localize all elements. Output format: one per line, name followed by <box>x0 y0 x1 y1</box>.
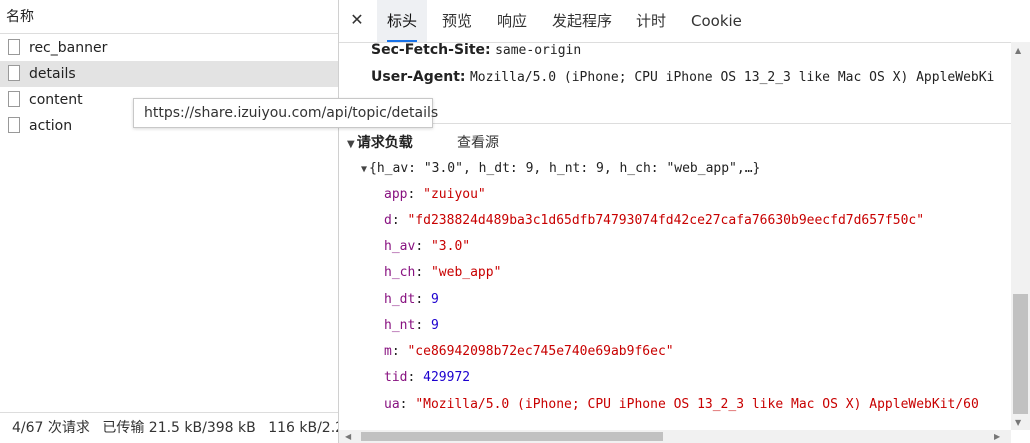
tab-preview[interactable]: 预览 <box>442 0 472 42</box>
payload-prop-app: app: "zuiyou" <box>384 187 486 202</box>
name-column-header[interactable]: 名称 <box>0 0 338 34</box>
prop-value: "zuiyou" <box>423 187 486 202</box>
tab-headers[interactable]: 标头 <box>376 0 428 42</box>
payload-prop-h-ch: h_ch: "web_app" <box>384 265 502 280</box>
prop-key: h_ch <box>384 265 416 280</box>
prop-value: 9 <box>430 292 439 307</box>
tab-initiator[interactable]: 发起程序 <box>552 0 612 42</box>
horizontal-scroll-thumb[interactable] <box>361 432 663 441</box>
payload-summary[interactable]: ▼ {h_av: "3.0", h_dt: 9, h_nt: 9, h_ch: "… <box>361 156 760 182</box>
horizontal-scrollbar[interactable]: ◀ ▶ <box>339 430 1011 443</box>
file-icon <box>8 65 20 81</box>
prop-value: "web_app" <box>430 265 502 280</box>
detail-tabs: ✕ 标头 预览 响应 发起程序 计时 Cookie <box>339 0 1030 43</box>
file-icon <box>8 91 20 107</box>
scroll-left-arrow-icon[interactable]: ◀ <box>345 430 351 443</box>
tab-response[interactable]: 响应 <box>497 0 527 42</box>
payload-prop-ua: ua: "Mozilla/5.0 (iPhone; CPU iPhone OS … <box>384 397 979 412</box>
request-item-rec-banner[interactable]: rec_banner <box>0 35 338 61</box>
header-value: same-origin <box>495 43 582 58</box>
url-tooltip: https://share.izuiyou.com/api/topic/deta… <box>133 98 438 128</box>
tab-timing[interactable]: 计时 <box>636 0 666 42</box>
prop-key: app <box>384 187 408 202</box>
tab-cookie[interactable]: Cookie <box>691 0 742 42</box>
scroll-up-arrow-icon[interactable]: ▲ <box>1015 46 1021 55</box>
prop-value: "ce86942098b72ec745e740e69ab9f6ec" <box>407 344 674 359</box>
payload-title: 请求负载 <box>356 135 413 151</box>
request-item-label: action <box>29 118 73 134</box>
prop-value: "3.0" <box>430 239 471 254</box>
collapse-triangle-icon[interactable]: ▼ <box>347 132 355 158</box>
prop-key: h_av <box>384 239 416 254</box>
payload-summary-text: {h_av: "3.0", h_dt: 9, h_nt: 9, h_ch: "w… <box>369 161 761 176</box>
prop-key: d <box>384 213 392 228</box>
close-icon[interactable]: ✕ <box>349 10 365 30</box>
request-item-details[interactable]: details <box>0 61 338 87</box>
transferred-size: 已传输 21.5 kB/398 kB <box>102 420 256 436</box>
payload-prop-h-nt: h_nt: 9 <box>384 318 439 333</box>
prop-key: m <box>384 344 392 359</box>
request-detail-panel: ✕ 标头 预览 响应 发起程序 计时 Cookie Sec-Fetch-Site… <box>339 0 1030 443</box>
header-row-user-agent: User-Agent: Mozilla/5.0 (iPhone; CPU iPh… <box>371 64 994 90</box>
request-count: 4/67 次请求 <box>12 420 90 436</box>
prop-key: tid <box>384 370 408 385</box>
payload-prop-m: m: "ce86942098b72ec745e740e69ab9f6ec" <box>384 344 674 359</box>
scroll-down-arrow-icon[interactable]: ▼ <box>1015 418 1021 427</box>
headers-content: Sec-Fetch-Site: same-origin User-Agent: … <box>339 42 1011 430</box>
request-list-panel: 名称 rec_banner details content action 4/6… <box>0 0 339 443</box>
status-bar: 4/67 次请求 已传输 21.5 kB/398 kB 116 kB/2.2 M <box>0 412 338 443</box>
view-source-link[interactable]: 查看源 <box>457 130 499 156</box>
header-key: User-Agent: <box>371 69 466 85</box>
payload-prop-h-dt: h_dt: 9 <box>384 292 439 307</box>
prop-value: 429972 <box>423 370 471 385</box>
prop-value: 9 <box>430 318 439 333</box>
expand-triangle-icon[interactable]: ▼ <box>361 157 367 183</box>
header-key: Sec-Fetch-Site: <box>371 42 491 58</box>
scroll-right-arrow-icon[interactable]: ▶ <box>994 430 1000 443</box>
request-item-label: details <box>29 66 76 82</box>
payload-prop-tid: tid: 429972 <box>384 370 471 385</box>
payload-prop-d: d: "fd238824d489ba3c1d65dfb74793074fd42c… <box>384 213 925 228</box>
prop-key: h_nt <box>384 318 416 333</box>
prop-value: "fd238824d489ba3c1d65dfb74793074fd42ce27… <box>407 213 925 228</box>
vertical-scroll-thumb[interactable] <box>1013 294 1028 414</box>
file-icon <box>8 117 20 133</box>
prop-key: ua <box>384 397 400 412</box>
request-item-label: content <box>29 92 83 108</box>
file-icon <box>8 39 20 55</box>
prop-value: "Mozilla/5.0 (iPhone; CPU iPhone OS 13_2… <box>415 397 979 412</box>
section-divider <box>339 123 1011 124</box>
prop-key: h_dt <box>384 292 416 307</box>
vertical-scrollbar[interactable]: ▲ ▼ <box>1011 42 1030 430</box>
payload-section-header[interactable]: ▼ 请求负载 查看源 <box>347 130 499 158</box>
request-item-label: rec_banner <box>29 40 108 56</box>
resources-size: 116 kB/2.2 M <box>268 420 338 436</box>
header-row-sec-fetch-site: Sec-Fetch-Site: same-origin <box>371 42 581 63</box>
payload-prop-h-av: h_av: "3.0" <box>384 239 471 254</box>
header-value: Mozilla/5.0 (iPhone; CPU iPhone OS 13_2_… <box>469 70 995 85</box>
